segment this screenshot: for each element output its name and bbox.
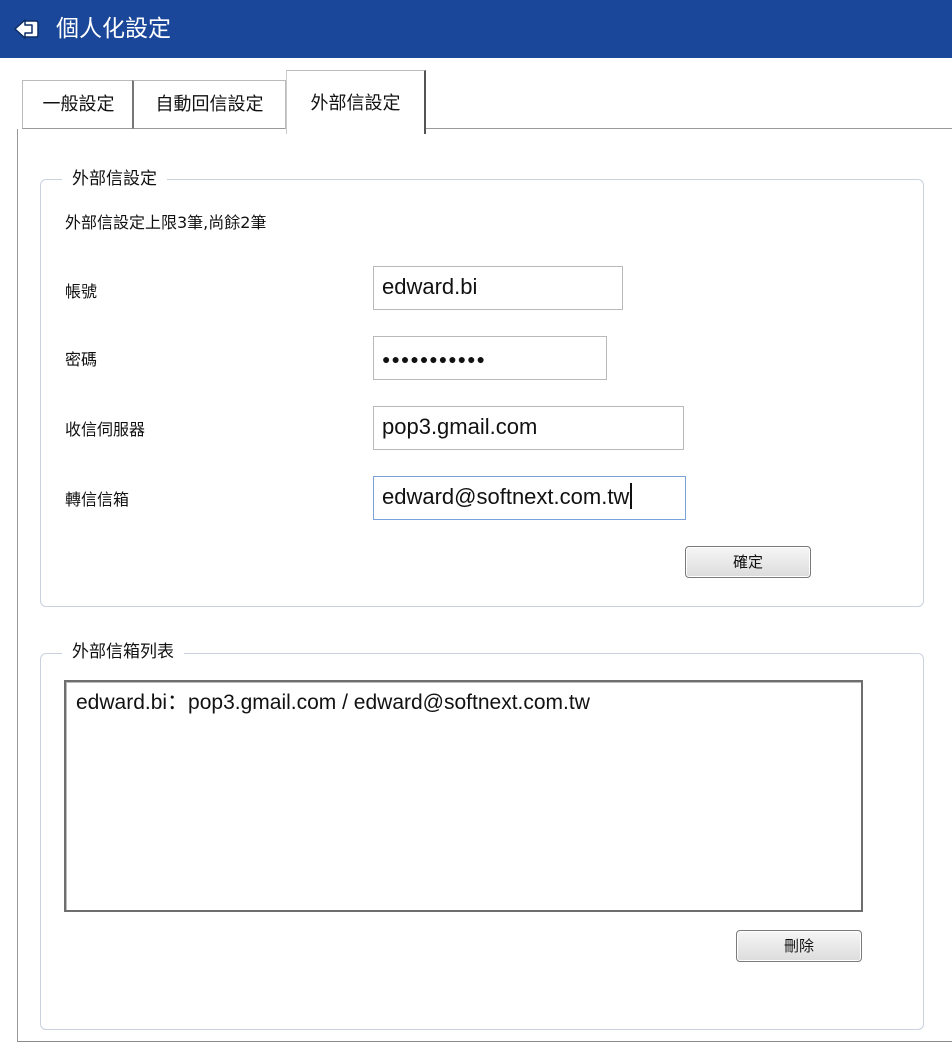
server-value: pop3.gmail.com [382, 414, 538, 439]
password-input[interactable]: ●●●●●●●●●●● [373, 336, 607, 380]
account-input[interactable]: edward.bi [373, 266, 623, 310]
tab-label: 自動回信設定 [155, 93, 264, 115]
confirm-button[interactable]: 確定 [685, 546, 811, 578]
window-title: 個人化設定 [56, 16, 171, 42]
external-settings-legend: 外部信設定 [62, 168, 167, 190]
tab-label: 一般設定 [42, 93, 115, 115]
server-input[interactable]: pop3.gmail.com [373, 406, 684, 450]
forward-value: edward@softnext.com.tw [382, 484, 630, 509]
mailbox-listbox[interactable]: edward.bi：pop3.gmail.com / edward@softne… [64, 680, 863, 912]
tab-label: 外部信設定 [310, 93, 401, 114]
account-value: edward.bi [382, 274, 478, 299]
list-item[interactable]: edward.bi：pop3.gmail.com / edward@softne… [76, 690, 590, 716]
limit-text: 外部信設定上限3筆,尚餘2筆 [65, 213, 267, 232]
server-label: 收信伺服器 [65, 420, 146, 439]
text-caret [630, 483, 633, 509]
tab-general-settings[interactable]: 一般設定 [22, 80, 134, 129]
tab-external-mail-settings[interactable]: 外部信設定 [286, 70, 426, 134]
account-label: 帳號 [65, 282, 98, 301]
forward-label: 轉信信箱 [65, 490, 130, 509]
password-label: 密碼 [65, 350, 98, 369]
delete-button[interactable]: 刪除 [736, 930, 862, 962]
title-bar: 個人化設定 [0, 0, 952, 58]
tab-auto-reply-settings[interactable]: 自動回信設定 [132, 80, 286, 129]
mailbox-list-legend: 外部信箱列表 [62, 641, 184, 663]
password-value: ●●●●●●●●●●● [382, 351, 487, 367]
back-arrow-icon[interactable] [14, 17, 40, 41]
external-settings-group [40, 179, 924, 607]
forward-mailbox-input[interactable]: edward@softnext.com.tw [373, 476, 686, 520]
